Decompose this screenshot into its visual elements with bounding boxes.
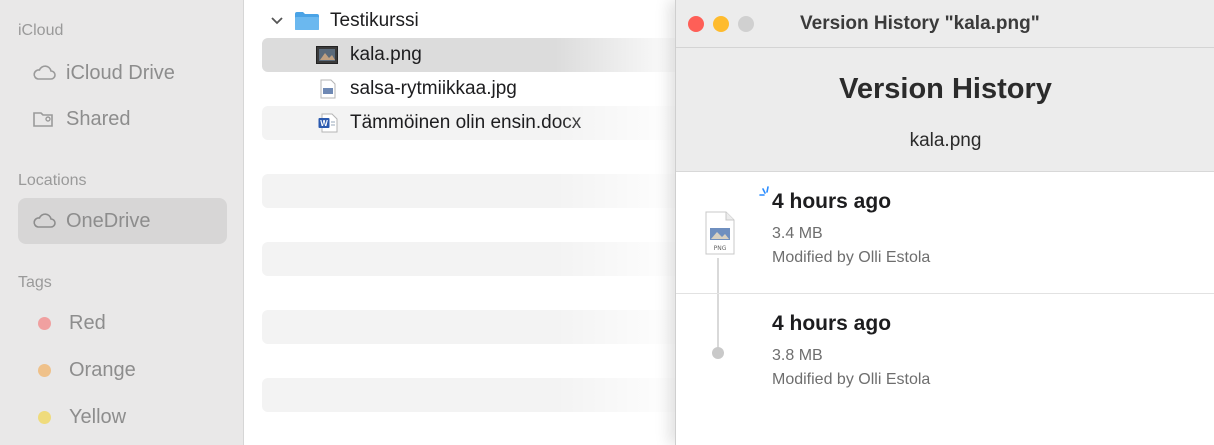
- file-row-docx[interactable]: W Tämmöinen olin ensin.docx: [262, 106, 702, 140]
- window-titlebar: Version History "kala.png": [676, 0, 1214, 48]
- word-doc-icon: W: [318, 113, 338, 133]
- sidebar-item-label: Orange: [69, 358, 136, 381]
- timeline-line: [717, 258, 719, 354]
- version-modified-by: Modified by Olli Estola: [772, 249, 931, 266]
- shared-folder-icon: [30, 109, 58, 129]
- sidebar-item-label: Yellow: [69, 405, 127, 428]
- file-name: kala.png: [350, 44, 422, 65]
- cloud-icon: [30, 63, 58, 83]
- finder-sidebar: iCloud iCloud Drive Shared Locations One…: [0, 0, 244, 445]
- version-history-window: Version History "kala.png" Version Histo…: [675, 0, 1214, 445]
- sidebar-item-label: Shared: [66, 107, 131, 130]
- close-window-button[interactable]: [688, 16, 704, 32]
- section-heading-icloud: iCloud: [18, 22, 64, 39]
- version-time: 4 hours ago: [772, 190, 892, 213]
- divider: [676, 293, 1214, 294]
- version-time: 4 hours ago: [772, 312, 892, 335]
- minimize-window-button[interactable]: [713, 16, 729, 32]
- timeline-node: [712, 347, 724, 359]
- sidebar-tag-orange[interactable]: Orange: [18, 347, 227, 393]
- folder-name: Testikurssi: [330, 10, 419, 31]
- sidebar-item-label: Red: [69, 311, 106, 334]
- sidebar-item-label: iCloud Drive: [66, 61, 175, 84]
- version-history-header: Version History kala.png: [676, 48, 1214, 172]
- folder-icon: [294, 11, 320, 31]
- jpg-file-icon: [320, 79, 336, 99]
- version-size: 3.4 MB: [772, 225, 823, 242]
- window-title: Version History "kala.png": [800, 13, 1040, 34]
- page-title: Version History: [839, 73, 1052, 105]
- red-tag-dot-icon: [38, 316, 51, 330]
- image-thumbnail-icon: [316, 46, 338, 64]
- sidebar-item-icloud-drive[interactable]: iCloud Drive: [18, 50, 227, 96]
- file-row-salsa-jpg[interactable]: salsa-rytmiikkaa.jpg: [262, 72, 702, 106]
- yellow-tag-dot-icon: [38, 410, 51, 424]
- empty-row: [262, 310, 702, 344]
- empty-row: [262, 174, 702, 208]
- file-name-subtitle: kala.png: [909, 130, 982, 151]
- sidebar-item-shared[interactable]: Shared: [18, 96, 227, 142]
- sidebar-tag-red[interactable]: Red: [18, 300, 227, 346]
- empty-row: [262, 242, 702, 276]
- zoom-window-button[interactable]: [738, 16, 754, 32]
- folder-row-testikurssi[interactable]: Testikurssi: [262, 4, 702, 38]
- sidebar-item-label: OneDrive: [66, 209, 151, 232]
- png-label: PNG: [714, 245, 727, 252]
- chevron-down-icon[interactable]: [270, 16, 288, 26]
- version-modified-by: Modified by Olli Estola: [772, 371, 931, 388]
- loading-spinner-icon: [758, 186, 772, 205]
- sidebar-item-onedrive[interactable]: OneDrive: [18, 198, 227, 244]
- file-list: Testikurssi kala.png salsa-rytmiikkaa.jp…: [245, 0, 702, 445]
- sidebar-tag-yellow[interactable]: Yellow: [18, 394, 227, 440]
- section-heading-tags: Tags: [18, 274, 52, 291]
- version-size: 3.8 MB: [772, 347, 823, 364]
- file-name: Tämmöinen olin ensin.docx: [350, 112, 582, 133]
- orange-tag-dot-icon: [38, 363, 51, 377]
- svg-text:W: W: [320, 119, 328, 128]
- version-entry[interactable]: 4 hours ago 3.8 MB Modified by Olli Esto…: [772, 312, 930, 392]
- cloud-icon: [30, 211, 58, 231]
- file-row-kala-png[interactable]: kala.png: [262, 38, 702, 72]
- version-entry[interactable]: 4 hours ago 3.4 MB Modified by Olli Esto…: [772, 190, 930, 270]
- file-name: salsa-rytmiikkaa.jpg: [350, 78, 517, 99]
- empty-row: [262, 378, 702, 412]
- png-file-thumbnail-icon[interactable]: PNG: [704, 210, 736, 256]
- section-heading-locations: Locations: [18, 172, 87, 189]
